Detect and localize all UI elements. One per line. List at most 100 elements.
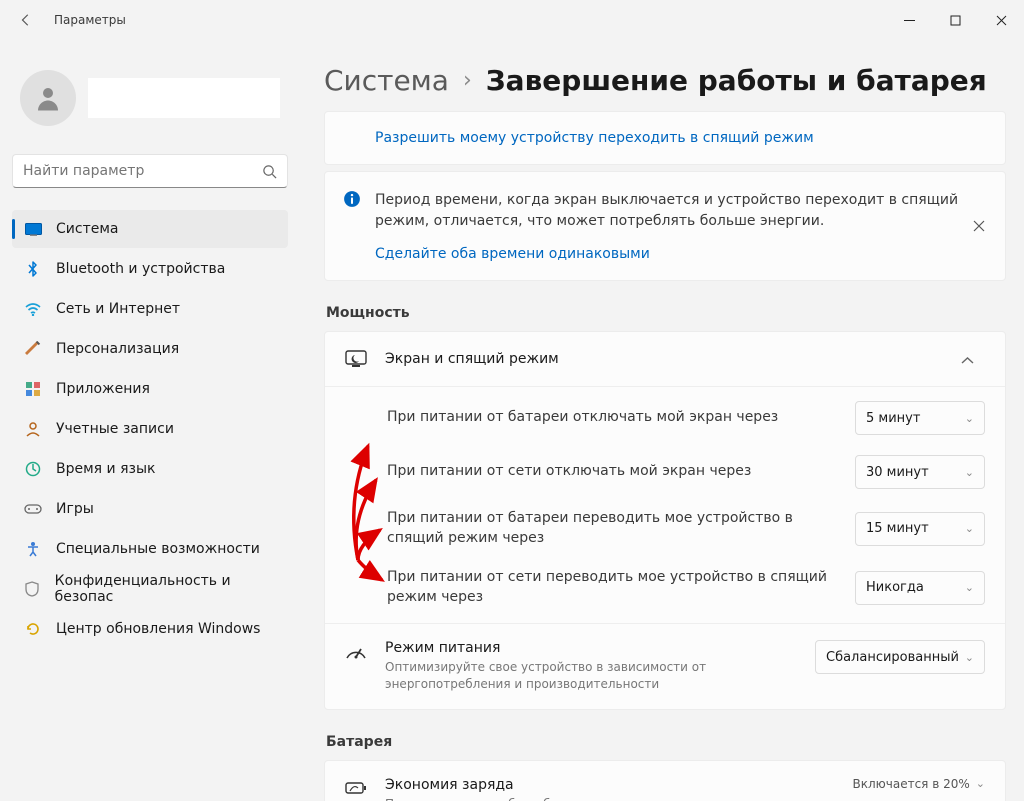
opt-plugged-sleep: При питании от сети переводить мое устро… — [345, 558, 985, 617]
chevron-down-icon: ⌄ — [965, 412, 974, 425]
gamepad-icon — [24, 500, 42, 518]
maximize-button[interactable] — [932, 0, 978, 40]
nav-label: Центр обновления Windows — [56, 621, 260, 637]
power-mode-title: Режим питания — [385, 640, 797, 656]
power-mode-row: Режим питания Оптимизируйте свое устройс… — [325, 623, 1005, 709]
nav-label: Приложения — [56, 381, 150, 397]
nav-label: Время и язык — [56, 461, 155, 477]
clock-globe-icon — [24, 460, 42, 478]
titlebar: Параметры — [0, 0, 1024, 40]
chevron-down-icon: ⌄ — [976, 777, 985, 790]
screen-sleep-header[interactable]: Экран и спящий режим — [325, 332, 1005, 386]
dropdown-value: Сбалансированный — [826, 650, 959, 665]
nav-system[interactable]: Система — [12, 210, 288, 248]
update-icon — [24, 620, 42, 638]
info-close-button[interactable] — [967, 214, 991, 238]
nav-accounts[interactable]: Учетные записи — [12, 410, 288, 448]
user-account-row[interactable] — [12, 50, 288, 154]
screen-sleep-options: При питании от батареи отключать мой экр… — [325, 386, 1005, 623]
nav-network[interactable]: Сеть и Интернет — [12, 290, 288, 328]
nav-label: Bluetooth и устройства — [56, 261, 225, 277]
chevron-down-icon: ⌄ — [965, 522, 974, 535]
back-button[interactable] — [10, 4, 42, 36]
opt-label: При питании от батареи переводить мое ус… — [345, 509, 839, 548]
opt-battery-sleep: При питании от батареи переводить мое ус… — [345, 499, 985, 558]
opt-label: При питании от сети переводить мое устро… — [345, 568, 839, 607]
info-icon — [343, 190, 361, 208]
nav-apps[interactable]: Приложения — [12, 370, 288, 408]
accessibility-icon — [24, 540, 42, 558]
nav-label: Система — [56, 221, 118, 237]
shield-icon — [24, 580, 41, 598]
screen-sleep-card: Экран и спящий режим При питании от бата… — [324, 331, 1006, 710]
opt-label: При питании от батареи отключать мой экр… — [345, 408, 839, 428]
nav-label: Специальные возможности — [56, 541, 260, 557]
chevron-down-icon: ⌄ — [965, 581, 974, 594]
dropdown-value: 5 минут — [866, 411, 920, 426]
section-battery-title: Батарея — [326, 734, 1006, 750]
nav-windows-update[interactable]: Центр обновления Windows — [12, 610, 288, 648]
user-name-placeholder — [88, 78, 280, 118]
avatar — [20, 70, 76, 126]
nav-gaming[interactable]: Игры — [12, 490, 288, 528]
sidebar: Система Bluetooth и устройства Сеть и Ин… — [0, 40, 300, 801]
nav-privacy[interactable]: Конфиденциальность и безопас — [12, 570, 288, 608]
dropdown-value: 30 минут — [866, 465, 929, 480]
dropdown-plugged-sleep[interactable]: Никогда ⌄ — [855, 571, 985, 605]
main-content: Система › Завершение работы и батарея Ра… — [300, 40, 1024, 801]
info-text: Период времени, когда экран выключается … — [375, 190, 987, 232]
nav-label: Персонализация — [56, 341, 179, 357]
nav-list: Система Bluetooth и устройства Сеть и Ин… — [12, 210, 288, 648]
chevron-down-icon: ⌄ — [965, 466, 974, 479]
close-button[interactable] — [978, 0, 1024, 40]
dropdown-battery-screen-off[interactable]: 5 минут ⌄ — [855, 401, 985, 435]
page-title: Завершение работы и батарея — [486, 64, 987, 97]
section-power-title: Мощность — [326, 305, 1006, 321]
battery-saver-card: Экономия заряда Продлите время работы ба… — [324, 760, 1006, 801]
chevron-up-icon — [961, 350, 985, 369]
opt-battery-screen-off: При питании от батареи отключать мой экр… — [345, 391, 985, 445]
brush-icon — [24, 340, 42, 358]
person-icon — [33, 83, 63, 113]
nav-label: Игры — [56, 501, 94, 517]
nav-label: Сеть и Интернет — [56, 301, 180, 317]
dropdown-battery-sleep[interactable]: 15 минут ⌄ — [855, 512, 985, 546]
nav-time-language[interactable]: Время и язык — [12, 450, 288, 488]
opt-plugged-screen-off: При питании от сети отключать мой экран … — [345, 445, 985, 499]
opt-label: При питании от сети отключать мой экран … — [345, 462, 839, 482]
dropdown-power-mode[interactable]: Сбалансированный ⌄ — [815, 640, 985, 674]
allow-sleep-link[interactable]: Разрешить моему устройству переходить в … — [324, 111, 1006, 165]
chevron-right-icon: › — [463, 68, 472, 93]
dropdown-plugged-screen-off[interactable]: 30 минут ⌄ — [855, 455, 985, 489]
screen-sleep-title: Экран и спящий режим — [385, 351, 943, 367]
leaf-battery-icon — [345, 777, 367, 799]
battery-saver-desc: Продлите время работы батареи, ограничив… — [385, 796, 835, 801]
search-input[interactable] — [23, 163, 262, 179]
breadcrumb-root[interactable]: Система — [324, 64, 449, 97]
search-box[interactable] — [12, 154, 288, 188]
info-action-link[interactable]: Сделайте оба времени одинаковыми — [375, 246, 987, 262]
breadcrumb: Система › Завершение работы и батарея — [324, 64, 1006, 97]
display-icon — [24, 220, 42, 238]
nav-bluetooth[interactable]: Bluetooth и устройства — [12, 250, 288, 288]
dropdown-value: Никогда — [866, 580, 924, 595]
sleep-icon — [345, 348, 367, 370]
search-icon — [262, 164, 277, 179]
battery-saver-title: Экономия заряда — [385, 777, 835, 793]
battery-saver-row[interactable]: Экономия заряда Продлите время работы ба… — [325, 761, 1005, 801]
app-title: Параметры — [54, 13, 126, 27]
apps-icon — [24, 380, 42, 398]
account-icon — [24, 420, 42, 438]
chevron-down-icon: ⌄ — [965, 651, 974, 664]
nav-label: Учетные записи — [56, 421, 174, 437]
nav-label: Конфиденциальность и безопас — [55, 573, 276, 605]
gauge-icon — [345, 640, 367, 662]
nav-accessibility[interactable]: Специальные возможности — [12, 530, 288, 568]
minimize-button[interactable] — [886, 0, 932, 40]
dropdown-value: 15 минут — [866, 521, 929, 536]
battery-saver-status: Включается в 20% ⌄ — [853, 777, 985, 791]
bluetooth-icon — [24, 260, 42, 278]
nav-personalization[interactable]: Персонализация — [12, 330, 288, 368]
power-mode-desc: Оптимизируйте свое устройство в зависимо… — [385, 659, 797, 693]
wifi-icon — [24, 300, 42, 318]
